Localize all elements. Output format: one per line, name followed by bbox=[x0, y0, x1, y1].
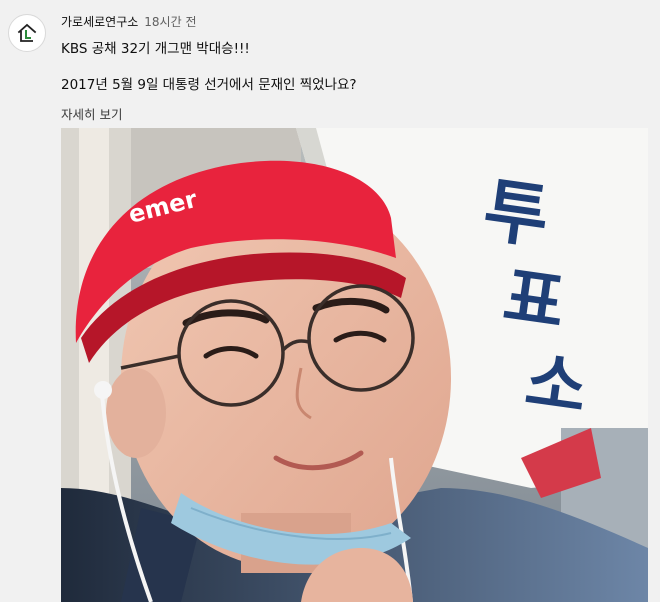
read-more-link[interactable]: 자세히 보기 bbox=[61, 107, 122, 123]
house-logo-icon bbox=[17, 23, 37, 42]
post-meta: 가로세로연구소 18시간 전 bbox=[61, 14, 197, 30]
sign-text: 투 bbox=[479, 169, 554, 259]
community-post: 가로세로연구소 18시간 전 KBS 공채 32기 개그맨 박대승!!! 2017… bbox=[0, 0, 660, 602]
channel-avatar[interactable] bbox=[8, 14, 46, 52]
post-text-line-1: KBS 공채 32기 개그맨 박대승!!! bbox=[61, 41, 250, 57]
post-text-line-2: 2017년 5월 9일 대통령 선거에서 문재인 찍었나요? bbox=[61, 77, 357, 93]
post-time[interactable]: 18시간 전 bbox=[144, 15, 196, 29]
channel-name[interactable]: 가로세로연구소 bbox=[61, 15, 138, 29]
svg-text:소: 소 bbox=[521, 343, 592, 428]
post-image[interactable]: 투 표 소 emer bbox=[61, 128, 648, 602]
selfie-photo: 투 표 소 emer bbox=[61, 128, 648, 602]
svg-text:표: 표 bbox=[499, 258, 570, 343]
